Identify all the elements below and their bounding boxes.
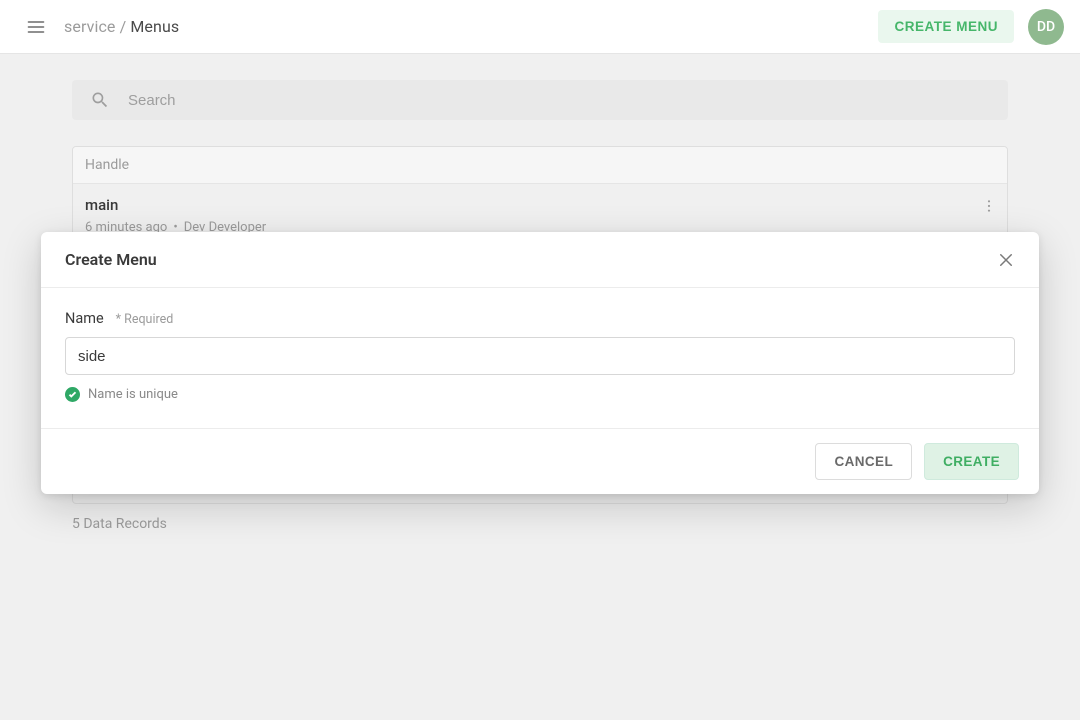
modal-body: Name * Required Name is unique	[41, 288, 1039, 428]
name-field-label: Name	[65, 310, 104, 327]
modal-close-button[interactable]	[997, 251, 1015, 269]
create-button[interactable]: CREATE	[924, 443, 1019, 480]
required-hint: * Required	[116, 312, 174, 327]
modal-header: Create Menu	[41, 232, 1039, 288]
modal-footer: CANCEL CREATE	[41, 428, 1039, 494]
cancel-button[interactable]: CANCEL	[815, 443, 912, 480]
validation-hint: Name is unique	[65, 387, 1015, 402]
name-input[interactable]	[65, 337, 1015, 375]
validation-text: Name is unique	[88, 387, 178, 402]
close-icon	[997, 251, 1015, 269]
create-menu-modal: Create Menu Name * Required Name is uniq…	[41, 232, 1039, 494]
modal-title: Create Menu	[65, 250, 997, 269]
check-circle-icon	[65, 387, 80, 402]
